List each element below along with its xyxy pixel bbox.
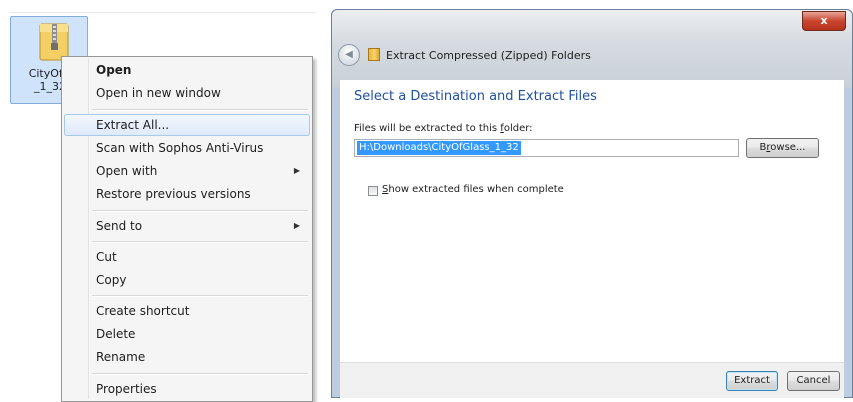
explorer-pane: CityOfG _1_32 Open Open in new window Ex… — [0, 0, 318, 402]
menu-separator — [92, 295, 308, 297]
menu-item-label: Send to — [96, 219, 143, 233]
menu-item-label: Copy — [96, 273, 127, 287]
submenu-arrow-icon: ▶ — [293, 166, 300, 175]
extract-button[interactable]: Extract — [726, 371, 778, 391]
menu-item-label: Cut — [96, 250, 117, 264]
destination-path-input[interactable]: H:\Downloads\CityOfGlass_1_32 — [354, 139, 739, 157]
menu-separator — [92, 373, 308, 375]
dialog-titlebar: x ◀ Extract Compressed (Zipped) Folders — [332, 10, 852, 88]
label-text: how extracted files when complete — [388, 184, 564, 195]
menu-item-rename[interactable]: Rename — [64, 346, 310, 368]
menu-item-create-shortcut[interactable]: Create shortcut — [64, 300, 310, 322]
button-label: owse... — [770, 142, 806, 153]
menu-item-label: Rename — [96, 350, 146, 364]
menu-item-label: Open in new window — [96, 86, 221, 100]
menu-item-label: Properties — [96, 382, 157, 396]
destination-label: Files will be extracted to this folder: — [354, 123, 533, 134]
menu-item-label: Scan with Sophos Anti-Virus — [96, 141, 264, 155]
menu-item-label: Restore previous versions — [96, 187, 251, 201]
label-text: Files will be extracted to this — [354, 123, 501, 134]
extract-dialog: x ◀ Extract Compressed (Zipped) Folders … — [331, 9, 853, 398]
menu-item-restore-previous[interactable]: Restore previous versions — [64, 183, 310, 205]
cancel-button[interactable]: Cancel — [787, 371, 840, 391]
page-title: Select a Destination and Extract Files — [354, 89, 597, 104]
label-text: older: — [503, 123, 533, 134]
menu-item-scan-sophos[interactable]: Scan with Sophos Anti-Virus — [64, 137, 310, 159]
dialog-title: Extract Compressed (Zipped) Folders — [386, 49, 591, 62]
back-button[interactable]: ◀ — [338, 44, 360, 66]
show-files-checkbox[interactable] — [368, 186, 378, 196]
zip-folder-icon — [368, 48, 380, 61]
menu-item-delete[interactable]: Delete — [64, 323, 310, 345]
dialog-body: Select a Destination and Extract Files F… — [340, 80, 844, 362]
menu-item-label: Open — [96, 63, 132, 77]
menu-item-extract-all[interactable]: Extract All... — [64, 114, 310, 136]
menu-item-open-new-window[interactable]: Open in new window — [64, 82, 310, 104]
menu-item-label: Create shortcut — [96, 304, 190, 318]
menu-item-cut[interactable]: Cut — [64, 246, 310, 268]
back-arrow-icon: ◀ — [345, 49, 353, 60]
submenu-arrow-icon: ▶ — [293, 221, 300, 230]
menu-item-copy[interactable]: Copy — [64, 269, 310, 291]
menu-separator — [92, 210, 308, 212]
dialog-footer: Extract Cancel — [340, 362, 844, 398]
menu-item-label: Delete — [96, 327, 136, 341]
close-button[interactable]: x — [802, 11, 846, 31]
show-files-label[interactable]: Show extracted files when complete — [382, 184, 564, 195]
divider — [10, 12, 315, 13]
close-icon: x — [820, 14, 828, 27]
context-menu: Open Open in new window Extract All... S… — [61, 56, 313, 402]
menu-separator — [92, 241, 308, 243]
menu-separator — [92, 109, 308, 111]
path-value: H:\Downloads\CityOfGlass_1_32 — [357, 141, 521, 155]
menu-item-label: Extract All... — [96, 118, 170, 132]
menu-item-label: Open with — [96, 164, 158, 178]
browse-button[interactable]: Browse... — [746, 138, 819, 158]
zip-folder-icon — [39, 23, 69, 61]
menu-item-properties[interactable]: Properties — [64, 378, 310, 400]
menu-item-open-with[interactable]: Open with ▶ — [64, 160, 310, 182]
menu-item-open[interactable]: Open — [64, 59, 310, 81]
menu-item-send-to[interactable]: Send to ▶ — [64, 215, 310, 237]
